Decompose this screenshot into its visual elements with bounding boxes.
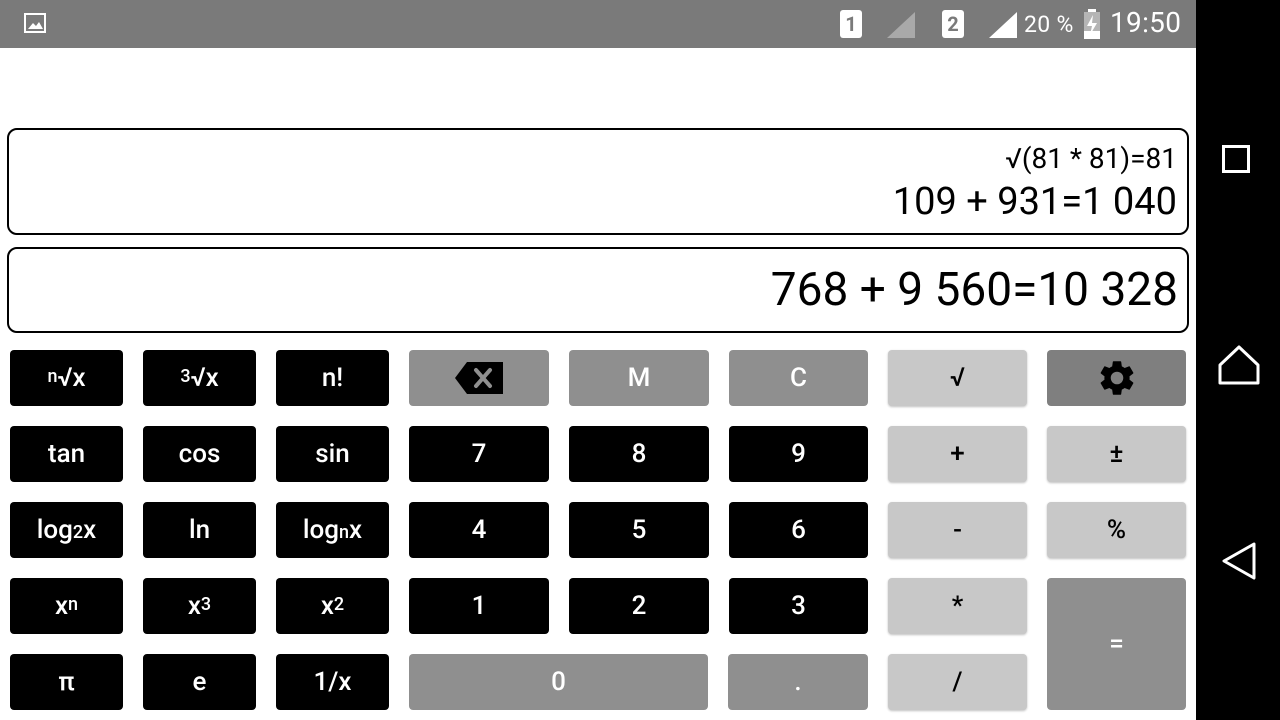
key-subscript: 2 xyxy=(72,521,84,543)
back-icon[interactable] xyxy=(1221,541,1257,581)
backspace-button[interactable] xyxy=(409,350,549,406)
key-superscript: 3 xyxy=(200,593,212,615)
nth-root-button[interactable]: n √x xyxy=(10,350,123,406)
key-label: x xyxy=(83,515,97,545)
minus-button[interactable]: - xyxy=(888,502,1027,558)
tan-button[interactable]: tan xyxy=(10,426,123,482)
sqrt-button[interactable]: √ xyxy=(888,350,1027,406)
factorial-button[interactable]: n! xyxy=(276,350,389,406)
equals-button[interactable]: = xyxy=(1047,578,1186,710)
digit-0-button[interactable]: 0 xyxy=(409,654,708,710)
key-label: log xyxy=(36,515,73,545)
settings-button[interactable] xyxy=(1047,350,1186,406)
logn-button[interactable]: log n x xyxy=(276,502,389,558)
pi-button[interactable]: π xyxy=(10,654,123,710)
key-label: x xyxy=(187,591,201,621)
digit-1-button[interactable]: 1 xyxy=(409,578,549,634)
x-pow-n-button[interactable]: xn xyxy=(10,578,123,634)
digit-5-button[interactable]: 5 xyxy=(569,502,709,558)
digit-7-button[interactable]: 7 xyxy=(409,426,549,482)
memory-button[interactable]: M xyxy=(569,350,709,406)
signal1-icon xyxy=(887,12,915,38)
sim2-icon: 2 xyxy=(942,10,964,38)
divide-button[interactable]: / xyxy=(888,654,1027,710)
backspace-icon xyxy=(455,362,503,394)
x-squared-button[interactable]: x2 xyxy=(276,578,389,634)
battery-percent: 20 % xyxy=(1024,11,1074,38)
digit-4-button[interactable]: 4 xyxy=(409,502,549,558)
clock: 19:50 xyxy=(1110,6,1182,39)
key-label: √x xyxy=(190,363,219,393)
e-button[interactable]: e xyxy=(143,654,256,710)
digit-3-button[interactable]: 3 xyxy=(729,578,868,634)
reciprocal-button[interactable]: 1/x xyxy=(276,654,389,710)
key-superscript: 3 xyxy=(180,365,191,387)
history-display: √(81 * 81)=81 109 + 931=1 040 xyxy=(7,128,1189,235)
key-label: √x xyxy=(57,363,86,393)
history-line: √(81 * 81)=81 xyxy=(1005,142,1177,175)
decimal-button[interactable]: . xyxy=(728,654,868,710)
digit-8-button[interactable]: 8 xyxy=(569,426,709,482)
sim1-icon: 1 xyxy=(840,10,862,38)
key-label: log xyxy=(302,515,339,545)
key-superscript: 2 xyxy=(333,593,345,615)
result-display: 768 + 9 560=10 328 xyxy=(7,247,1189,333)
key-label: x xyxy=(349,515,363,545)
key-label: x xyxy=(320,591,334,621)
digit-6-button[interactable]: 6 xyxy=(729,502,868,558)
history-line: 109 + 931=1 040 xyxy=(892,180,1177,224)
sin-button[interactable]: sin xyxy=(276,426,389,482)
status-bar: 1 2 20 % 19:50 xyxy=(0,0,1196,48)
key-superscript: n xyxy=(47,365,58,387)
signal2-icon xyxy=(989,12,1017,38)
home-icon[interactable] xyxy=(1217,343,1261,387)
key-subscript: n xyxy=(339,521,350,543)
percent-button[interactable]: % xyxy=(1047,502,1186,558)
clear-button[interactable]: C xyxy=(729,350,868,406)
cube-root-button[interactable]: 3 √x xyxy=(143,350,256,406)
current-expression: 768 + 9 560=10 328 xyxy=(770,263,1178,317)
multiply-button[interactable]: * xyxy=(888,578,1027,634)
battery-charging-icon xyxy=(1084,9,1100,39)
digit-9-button[interactable]: 9 xyxy=(729,426,868,482)
gear-icon xyxy=(1100,361,1133,395)
cos-button[interactable]: cos xyxy=(143,426,256,482)
key-superscript: n xyxy=(68,593,79,615)
image-notification-icon xyxy=(24,13,46,33)
log2-button[interactable]: log 2 x xyxy=(10,502,123,558)
key-label: x xyxy=(54,591,69,621)
recents-icon[interactable] xyxy=(1222,145,1250,173)
x-cubed-button[interactable]: x3 xyxy=(143,578,256,634)
plus-button[interactable]: + xyxy=(888,426,1027,482)
plus-minus-button[interactable]: ± xyxy=(1047,426,1186,482)
digit-2-button[interactable]: 2 xyxy=(569,578,709,634)
ln-button[interactable]: ln xyxy=(143,502,256,558)
